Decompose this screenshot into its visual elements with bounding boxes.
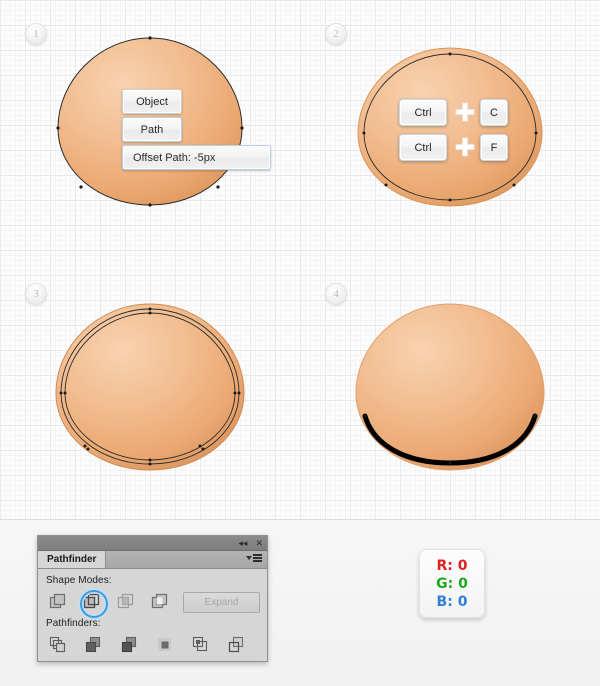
plus-icon-2 [455, 137, 475, 157]
step-panel-4: 4 [300, 260, 600, 520]
pathfinder-panel: ◂◂ ✕ Pathfinder Shape Modes: Expand Path… [37, 535, 268, 662]
rgb-red-value: R: 0 [436, 557, 468, 574]
key-f[interactable]: F [480, 134, 508, 161]
divide-icon [49, 636, 65, 653]
menu-item-object[interactable]: Object [122, 89, 182, 114]
key-f-label: F [490, 141, 498, 154]
rgb-color-card: R: 0 G: 0 B: 0 [419, 549, 485, 618]
step-badge-4: 4 [325, 283, 347, 305]
menu-item-object-label: Object [136, 95, 168, 108]
shape-mode-intersect-button[interactable] [113, 591, 139, 613]
minus-front-icon [83, 593, 100, 609]
egg-shape-3 [52, 300, 248, 475]
pathfinder-merge-button[interactable] [117, 634, 143, 656]
egg-svg-2 [357, 47, 543, 207]
panel-menu-icon[interactable] [246, 554, 262, 562]
shape-mode-exclude-button[interactable] [147, 591, 173, 613]
pathfinder-crop-button[interactable] [152, 634, 178, 656]
pathfinders-label: Pathfinders: [46, 618, 101, 629]
pathfinder-trim-button[interactable] [81, 634, 107, 656]
intersect-icon [117, 593, 134, 609]
egg-svg-4 [355, 303, 545, 471]
pathfinder-minus-back-button[interactable] [224, 634, 250, 656]
menu-item-path-label: Path [140, 123, 164, 136]
tab-pathfinder[interactable]: Pathfinder [38, 551, 107, 568]
crop-icon [158, 638, 172, 651]
step-panel-3: 3 [0, 260, 300, 520]
shape-modes-label: Shape Modes: [46, 575, 112, 586]
egg-svg-3 [55, 303, 245, 471]
chevron-down-icon [246, 555, 252, 560]
shape-modes-row: Expand [45, 590, 260, 618]
hamburger-icon [253, 554, 262, 562]
close-icon[interactable]: ✕ [255, 537, 263, 549]
pathfinder-tabrow: Pathfinder [38, 551, 267, 569]
unite-icon [49, 593, 66, 609]
step-badge-2: 2 [325, 23, 347, 45]
shape-mode-minus-front-button[interactable] [79, 590, 108, 618]
tab-pathfinder-label: Pathfinder [47, 554, 97, 565]
artboard-canvas: 1 Object Path Offset Path: -5px 2 Ctrl C… [0, 0, 600, 519]
menu-item-offset-path[interactable]: Offset Path: -5px [122, 145, 271, 170]
merge-icon [121, 636, 136, 653]
step-panel-2: 2 Ctrl C Ctrl F [300, 0, 600, 260]
key-ctrl-2[interactable]: Ctrl [399, 134, 447, 161]
step-panel-1: 1 Object Path Offset Path: -5px [0, 0, 300, 260]
expand-button-label: Expand [204, 596, 239, 608]
key-c[interactable]: C [480, 99, 508, 126]
pathfinder-titlebar: ◂◂ ✕ [38, 536, 267, 551]
egg-shape-4 [352, 300, 548, 475]
plus-icon-1 [455, 102, 475, 122]
key-ctrl-1[interactable]: Ctrl [399, 99, 447, 126]
step-badge-3: 3 [25, 283, 47, 305]
pathfinder-outline-button[interactable] [188, 634, 214, 656]
key-ctrl-2-label: Ctrl [414, 141, 432, 154]
trim-icon [85, 636, 100, 653]
collapse-icon[interactable]: ◂◂ [238, 537, 247, 549]
bottom-toolbar-area: ◂◂ ✕ Pathfinder Shape Modes: Expand Path… [0, 519, 600, 686]
menu-item-offset-path-label: Offset Path: -5px [133, 151, 216, 164]
rgb-green-value: G: 0 [436, 575, 468, 592]
outline-icon [193, 636, 208, 652]
menu-item-path[interactable]: Path [122, 117, 182, 142]
pathfinder-body: Shape Modes: Expand Pathfinders: [38, 569, 267, 657]
key-c-label: C [490, 106, 498, 119]
shape-mode-unite-button[interactable] [45, 591, 71, 613]
egg-shape-2 [355, 45, 545, 210]
exclude-icon [151, 593, 168, 609]
minus-back-icon [228, 636, 244, 653]
rgb-blue-value: B: 0 [436, 593, 468, 610]
pathfinder-divide-button[interactable] [45, 634, 71, 656]
step-badge-1: 1 [25, 23, 47, 45]
expand-button[interactable]: Expand [183, 591, 260, 613]
pathfinders-row [45, 633, 260, 657]
key-ctrl-1-label: Ctrl [414, 106, 432, 119]
